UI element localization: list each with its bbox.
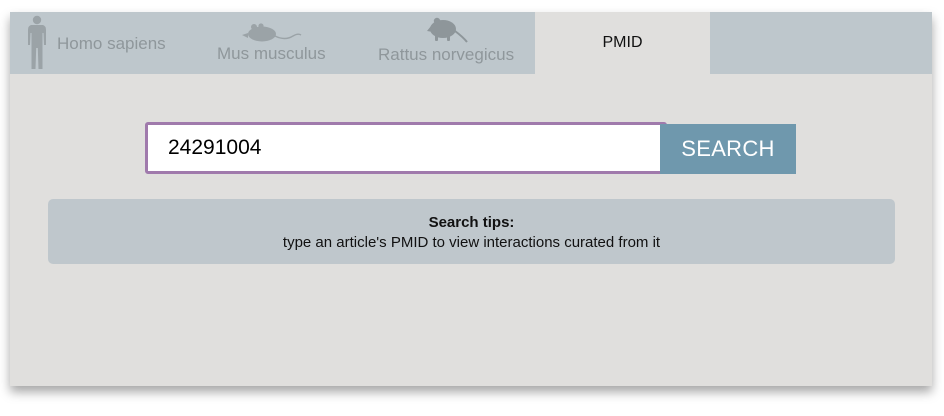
tab-pmid[interactable]: PMID [535,12,710,74]
tab-rattus-norvegicus-label: Rattus norvegicus [378,45,515,64]
tab-mus-musculus-label: Mus musculus [217,44,326,63]
species-tab-bar: Homo sapiens Mus musculus Rattus norvegi… [10,12,932,74]
search-tips-title: Search tips: [428,214,515,231]
tab-rattus-norvegicus[interactable]: Rattus norvegicus [365,12,535,74]
search-tips-box: Search tips: type an article's PMID to v… [48,199,895,264]
tab-homo-sapiens[interactable]: Homo sapiens [10,12,190,74]
search-panel: Homo sapiens Mus musculus Rattus norvegi… [10,12,932,386]
search-button[interactable]: SEARCH [660,124,796,174]
pmid-search-input[interactable] [145,122,667,174]
tab-mus-musculus[interactable]: Mus musculus [200,12,360,74]
search-tips-text: type an article's PMID to view interacti… [282,234,661,251]
tab-homo-sapiens-label: Homo sapiens [57,34,166,53]
human-silhouette-icon [25,15,49,76]
tab-pmid-label: PMID [602,34,643,51]
